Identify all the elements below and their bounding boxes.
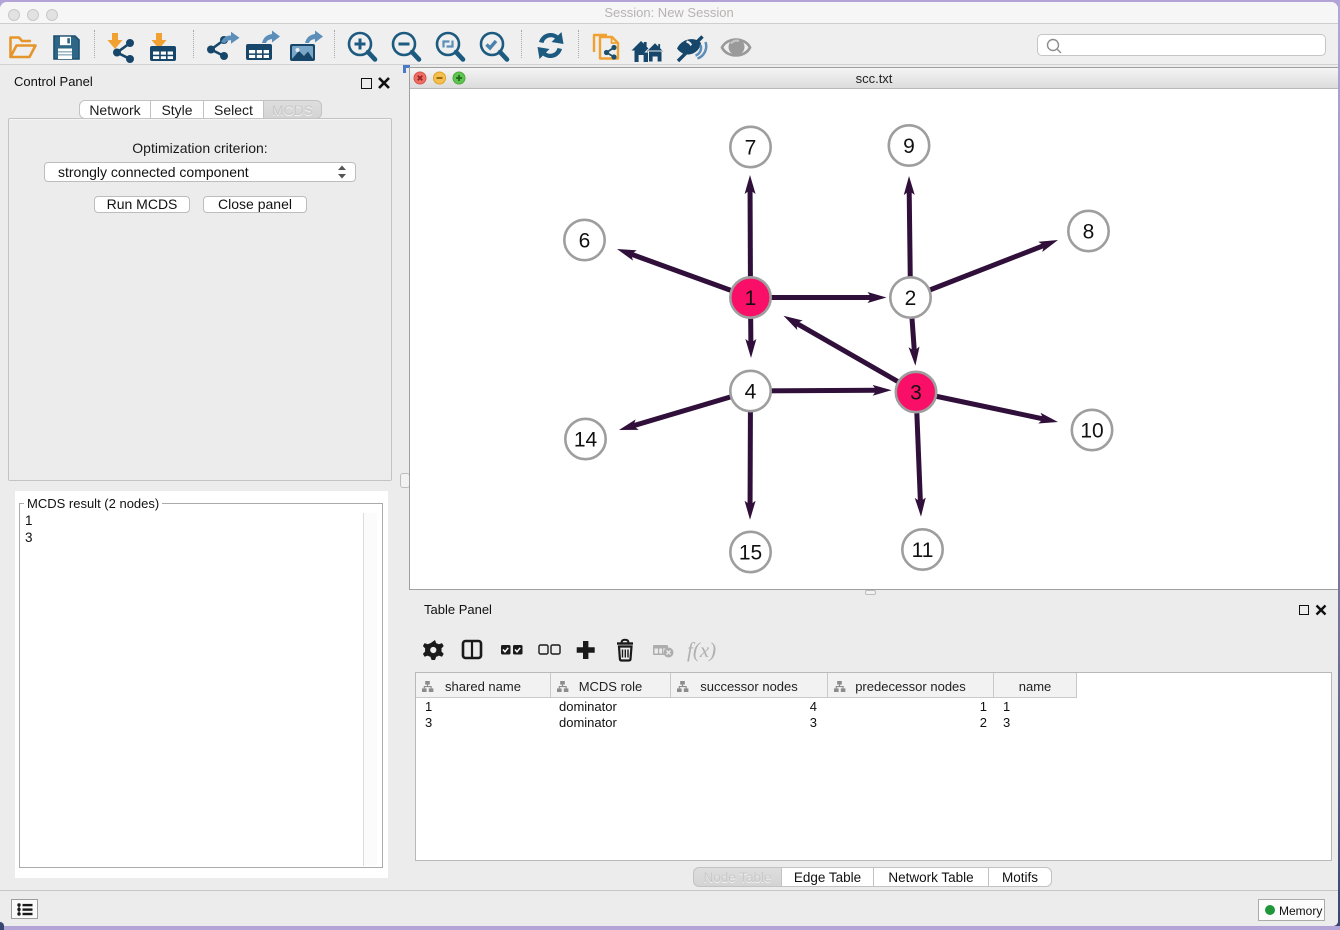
- svg-text:3: 3: [910, 381, 922, 404]
- svg-text:1: 1: [744, 287, 756, 310]
- svg-text:11: 11: [911, 539, 933, 562]
- svg-text:f(x): f(x): [687, 638, 716, 662]
- svg-text:15: 15: [738, 541, 761, 564]
- svg-text:8: 8: [1082, 220, 1094, 243]
- svg-text:9: 9: [903, 135, 915, 158]
- svg-text:14: 14: [573, 428, 597, 451]
- svg-text:7: 7: [744, 136, 756, 159]
- svg-text:6: 6: [578, 229, 590, 252]
- svg-text:10: 10: [1080, 419, 1103, 442]
- svg-text:4: 4: [744, 380, 756, 403]
- svg-text:2: 2: [904, 287, 916, 310]
